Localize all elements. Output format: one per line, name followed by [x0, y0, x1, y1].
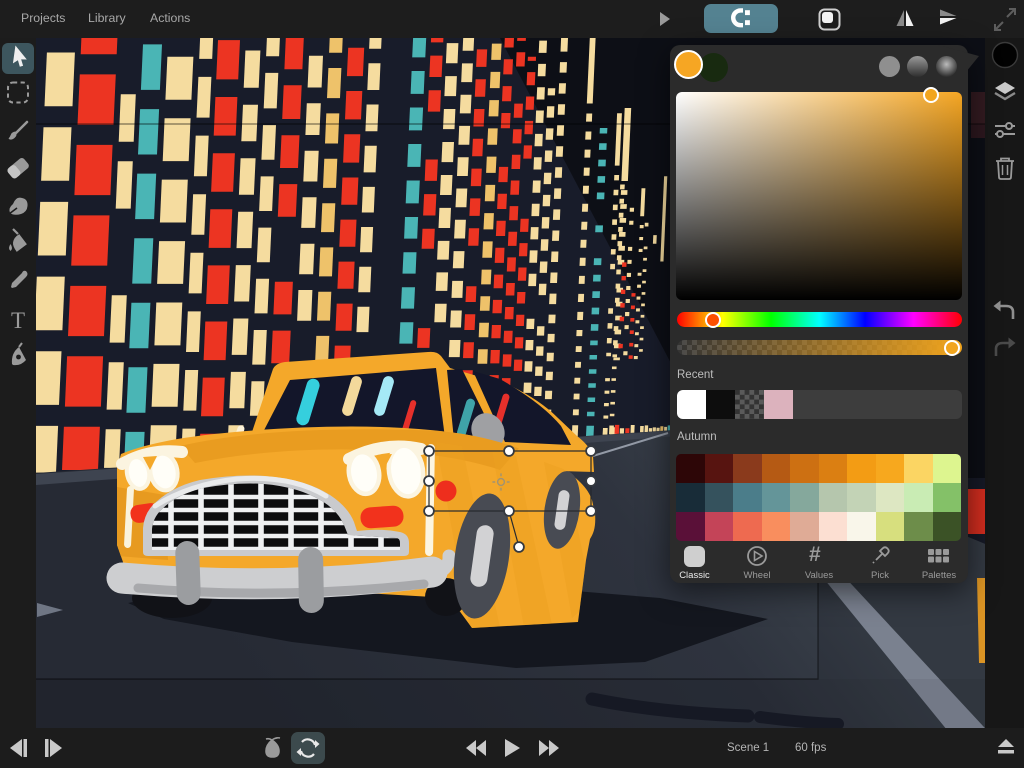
- svg-text:T: T: [11, 308, 25, 333]
